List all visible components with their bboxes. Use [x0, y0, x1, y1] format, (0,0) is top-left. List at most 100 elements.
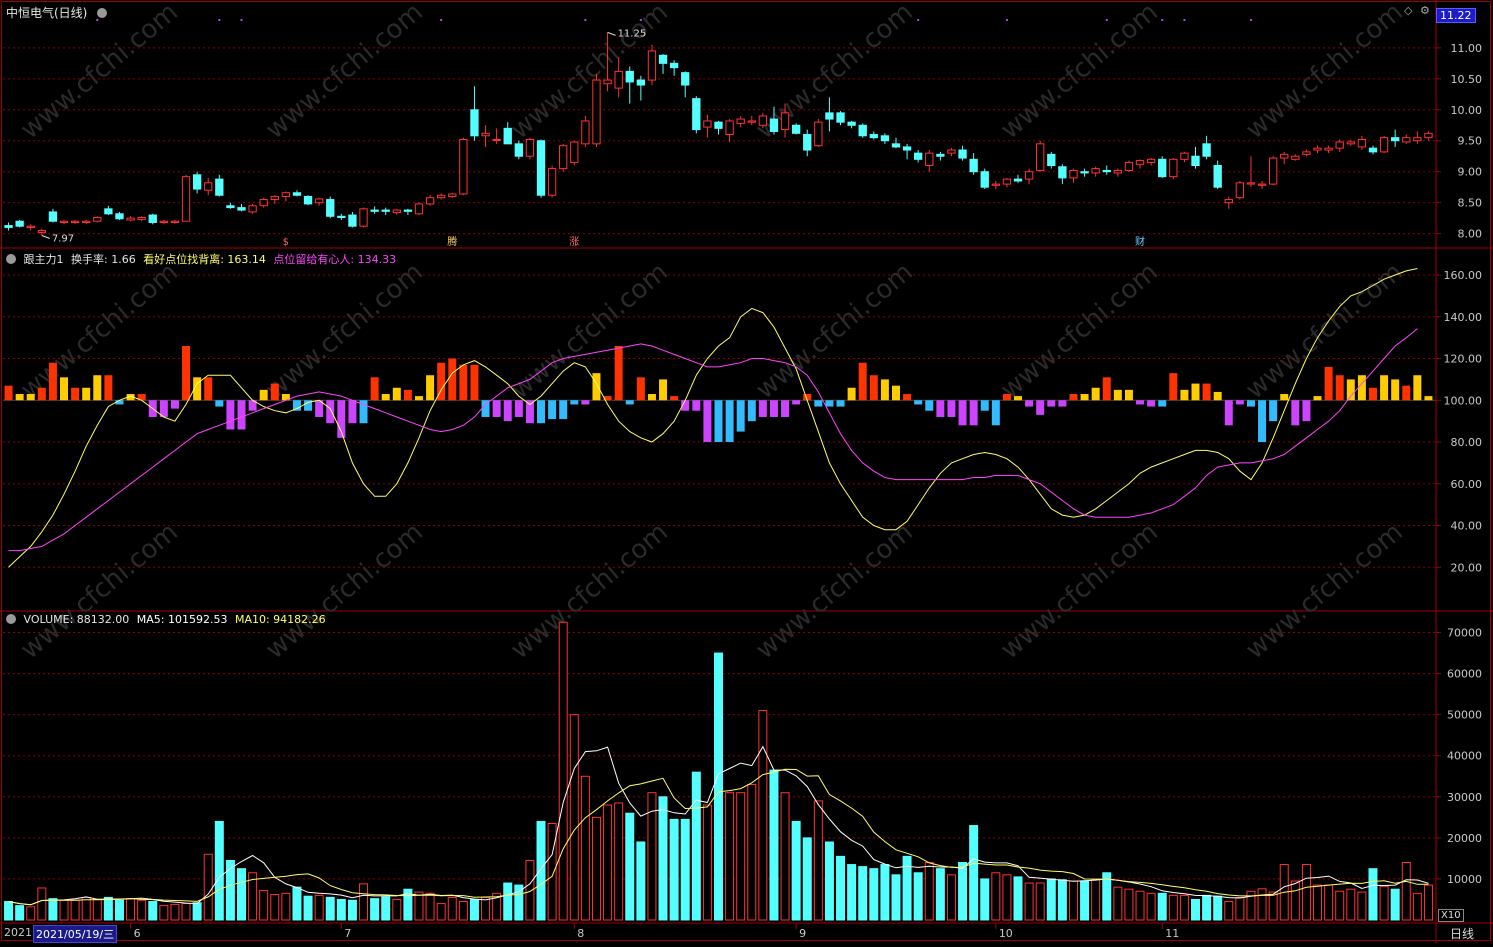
y-tick-label: 70000	[1447, 627, 1482, 640]
candle-body	[780, 112, 790, 131]
candle-body	[902, 146, 912, 151]
indicator-bar	[836, 400, 845, 407]
volume-bar	[225, 859, 235, 921]
zoom-indicator[interactable]: X10	[1438, 909, 1464, 922]
volume-bar	[1379, 885, 1389, 921]
candle-body	[747, 120, 756, 123]
indicator-bar	[93, 375, 102, 401]
volume-bar	[503, 882, 513, 921]
indicator-gear-icon[interactable]	[6, 254, 16, 264]
indicator-bar	[1191, 383, 1200, 401]
signal-dot	[240, 19, 243, 21]
watermark-text: www.cfchi.com	[750, 517, 919, 665]
volume-bar	[980, 878, 990, 921]
x-tick-label: 8	[577, 927, 584, 940]
volume-bar	[381, 896, 391, 921]
candle-body	[1202, 143, 1211, 157]
indicator-bar	[1424, 396, 1433, 401]
candle-body	[237, 207, 246, 211]
candle-body	[48, 211, 58, 222]
ma10-value: MA10: 94182.26	[234, 613, 326, 626]
period-button[interactable]: 日线	[1450, 925, 1474, 942]
volume-bar	[891, 874, 901, 921]
volume-bar	[1213, 895, 1223, 921]
indicator-bar	[1302, 400, 1311, 422]
indicator-bar	[747, 400, 756, 422]
indicator-bar	[592, 373, 601, 401]
volume-bar	[547, 822, 557, 921]
volume-info: VOLUME: 88132.00 MA5: 101592.53 MA10: 94…	[6, 613, 330, 626]
diamond-icon[interactable]: ◇	[1404, 4, 1412, 17]
volume-bar	[114, 899, 124, 921]
indicator-bar	[37, 387, 46, 401]
indicator-bar	[215, 400, 224, 407]
candle-body	[303, 195, 313, 205]
chart-canvas[interactable]: www.cfchi.com www.cfchi.com www.cfchi.com w…	[0, 0, 1493, 943]
volume-bar	[958, 862, 968, 921]
volume-bar	[1057, 879, 1067, 921]
event-marker: 财	[1135, 235, 1145, 248]
indicator-bar	[936, 400, 945, 417]
candle-body	[1047, 153, 1056, 167]
volume-bar	[336, 898, 346, 921]
volume-bar	[181, 903, 191, 921]
indicator-bar	[1102, 377, 1111, 401]
candle-body	[359, 208, 368, 227]
volume-bar	[802, 837, 812, 921]
settings-icon[interactable]: ⚙	[1420, 4, 1430, 17]
volume-bar	[1068, 880, 1078, 921]
turnover-rate: 换手率: 1.66	[71, 253, 136, 266]
candle-body	[825, 112, 834, 120]
indicator-bar	[858, 362, 867, 401]
candle-body	[1058, 166, 1067, 179]
y-tick-label: 8.00	[1458, 228, 1483, 241]
indicator-bar	[26, 394, 35, 401]
indicator-bar	[514, 400, 523, 417]
indicator-bar	[237, 400, 246, 430]
candle-body	[337, 215, 346, 219]
candle-body	[215, 178, 224, 196]
indicator-bar	[903, 394, 912, 401]
candle-body	[425, 197, 435, 205]
volume-bar	[725, 792, 735, 921]
candle-body	[725, 120, 734, 136]
volume-bar	[92, 898, 102, 921]
indicator-bar	[1069, 394, 1078, 401]
candle-body	[492, 139, 501, 142]
volume-bar	[1401, 862, 1411, 921]
gear-icon[interactable]	[97, 8, 108, 18]
indicator-bar	[736, 400, 745, 432]
candle-body	[1169, 158, 1178, 178]
volume-bar	[714, 652, 723, 921]
volume-bar	[392, 898, 402, 921]
indicator-bar	[758, 400, 767, 417]
candle-body	[1080, 171, 1089, 174]
candle-body	[769, 118, 779, 132]
volume-bar	[747, 783, 757, 921]
indicator-bar	[659, 379, 668, 401]
indicator-bar	[448, 358, 457, 401]
volume-gear-icon[interactable]	[6, 614, 16, 624]
candle-body	[791, 124, 801, 134]
x-tick-label: 10	[999, 927, 1013, 940]
volume-bar	[192, 902, 202, 921]
indicator-bar	[670, 396, 679, 401]
line-kan-hao-dian-wei	[8, 268, 1418, 568]
indicator-bar	[725, 400, 734, 443]
volume-bar	[59, 899, 69, 921]
indicator-bar	[1169, 373, 1178, 401]
volume-bar	[1324, 884, 1334, 921]
candle-body	[403, 209, 413, 212]
volume-bar	[281, 892, 291, 921]
candle-body	[1102, 169, 1111, 173]
indicator-bar	[459, 364, 468, 401]
volume-bar	[1113, 886, 1123, 921]
chart-window[interactable]: www.cfchi.com www.cfchi.com www.cfchi.com w…	[0, 0, 1493, 943]
signal-dot	[1183, 19, 1186, 21]
volume-bar	[1235, 896, 1245, 921]
volume-bar	[780, 792, 790, 921]
indicator-bar	[1213, 391, 1222, 401]
candle-body	[1424, 132, 1433, 139]
y-tick-label: 80.00	[1451, 436, 1483, 449]
candle-body	[1191, 155, 1200, 167]
